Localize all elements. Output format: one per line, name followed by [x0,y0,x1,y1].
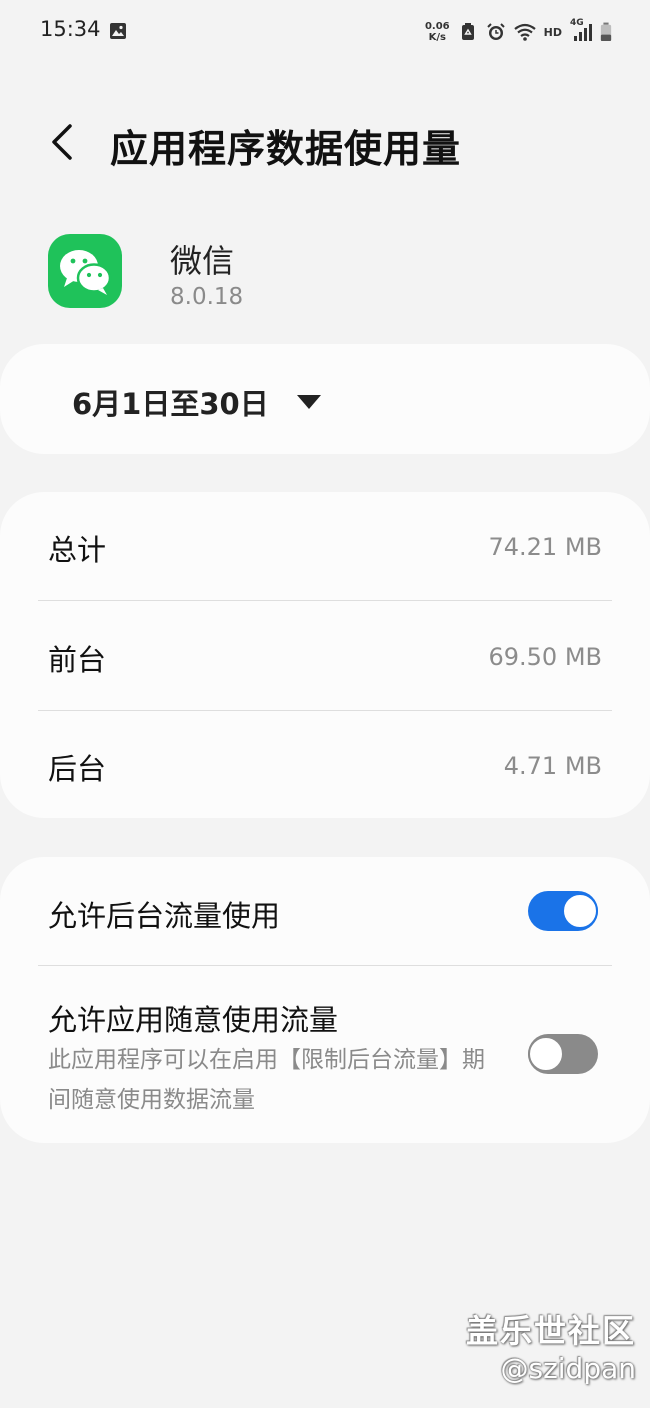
recycle-icon [461,23,474,40]
usage-label: 前台 [48,643,107,677]
divider [38,600,612,601]
usage-label: 总计 [48,533,107,567]
wechat-logo-icon [60,250,112,295]
usage-summary-card: 总计 74.21 MB 前台 69.50 MB 后台 4.71 MB [0,492,650,818]
unrestricted-data-setting[interactable]: 允许应用随意使用流量 此应用程序可以在启用【限制后台流量】期间随意使用数据流量 [0,967,650,1143]
cellular-signal: 4G [570,18,592,43]
watermark-community: 盖乐世社区 [465,1312,636,1350]
data-settings-card: 允许后台流量使用 允许应用随意使用流量 此应用程序可以在启用【限制后台流量】期间… [0,857,650,1143]
divider [38,965,612,966]
setting-label: 允许应用随意使用流量 [48,1003,339,1037]
status-icons: 0.06 K/s HD 4G [425,18,612,46]
network-type: 4G [570,18,584,28]
hd-indicator: HD [543,25,562,39]
usage-row-background: 后台 4.71 MB [0,712,650,818]
wifi-icon [513,23,536,41]
toggle-knob [562,893,598,929]
divider [38,710,612,711]
wechat-app-icon [48,234,122,308]
date-range-label: 6月1日至30日 [72,387,269,421]
app-name: 微信 [170,242,235,280]
usage-row-foreground: 前台 69.50 MB [0,602,650,710]
status-time: 15:34 [40,17,101,41]
setting-label: 允许后台流量使用 [48,899,281,933]
date-range-selector[interactable]: 6月1日至30日 [0,344,650,454]
toggle-knob [528,1036,564,1072]
setting-description: 此应用程序可以在启用【限制后台流量】期间随意使用数据流量 [48,1047,485,1113]
alarm-icon [486,23,505,40]
background-data-setting[interactable]: 允许后台流量使用 [0,857,650,965]
network-speed-unit: K/s [428,32,446,43]
unrestricted-data-toggle[interactable] [528,1034,598,1074]
app-version: 8.0.18 [170,284,244,310]
network-speed: 0.06 K/s [425,21,450,43]
status-bar: 15:34 0.06 K/s HD 4G [0,0,650,64]
usage-value: 69.50 MB [488,643,602,671]
dropdown-arrow-icon [297,395,321,409]
usage-value: 74.21 MB [488,533,602,561]
gallery-notification-icon [110,23,126,39]
background-data-toggle[interactable] [528,891,598,931]
page-title: 应用程序数据使用量 [110,127,462,171]
usage-row-total: 总计 74.21 MB [0,492,650,602]
usage-label: 后台 [48,752,107,786]
network-speed-value: 0.06 [424,21,450,32]
battery-icon [600,22,612,41]
back-button[interactable] [40,118,84,166]
watermark-username: @szidpan [500,1352,636,1385]
usage-value: 4.71 MB [503,752,602,780]
header: 应用程序数据使用量 [0,100,650,190]
